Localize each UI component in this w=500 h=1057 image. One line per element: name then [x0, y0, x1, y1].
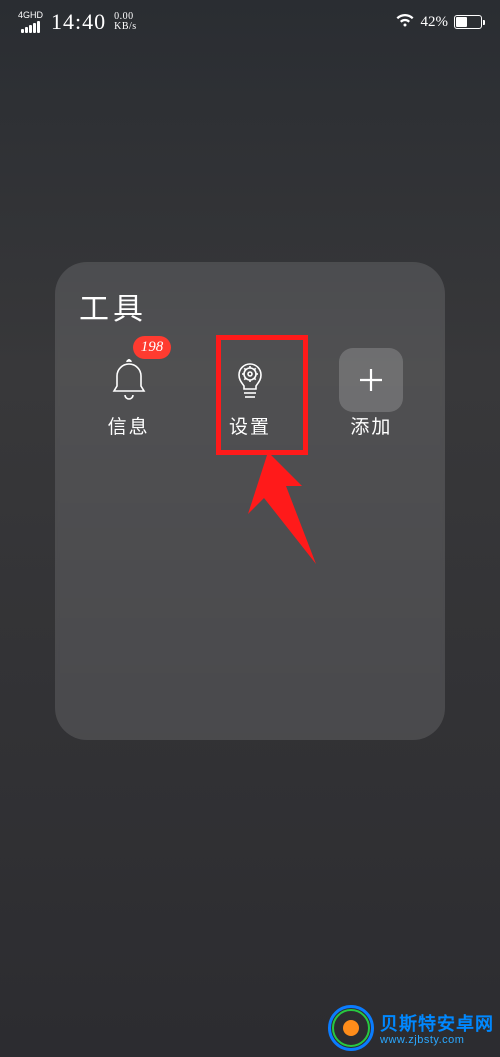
app-label: 添加 [350, 412, 392, 439]
status-right: 42% [395, 12, 483, 32]
badge-count: 198 [133, 336, 172, 359]
app-grid: 198 信息 [77, 348, 423, 439]
tools-folder-panel[interactable]: 工具 198 信息 [55, 262, 445, 740]
battery-text: 42% [421, 14, 449, 31]
gear-bulb-icon [218, 348, 282, 412]
folder-title: 工具 [79, 284, 423, 328]
status-bar: 4GHD 14:40 0.00 KB/s 42% [0, 0, 500, 40]
status-left: 4GHD 14:40 0.00 KB/s [18, 9, 137, 35]
net-speed: 0.00 KB/s [114, 12, 137, 32]
app-add[interactable]: 添加 [320, 348, 423, 439]
watermark-url: www.zjbsty.com [380, 1034, 494, 1046]
watermark-brand: 贝斯特安卓网 [380, 1014, 494, 1034]
plus-icon [339, 348, 403, 412]
wifi-icon [395, 12, 415, 32]
watermark: 贝斯特安卓网 www.zjbsty.com [328, 1005, 494, 1051]
battery-icon [454, 15, 482, 29]
signal-indicator: 4GHD [18, 11, 43, 33]
signal-bars-icon [21, 21, 40, 33]
app-messages[interactable]: 198 信息 [77, 348, 180, 439]
app-label: 设置 [229, 412, 271, 439]
watermark-logo-icon [328, 1005, 374, 1051]
app-settings[interactable]: 设置 [198, 348, 301, 439]
net-speed-unit: KB/s [114, 22, 137, 32]
app-label: 信息 [108, 412, 150, 439]
clock-time: 14:40 [51, 9, 106, 35]
network-label: 4GHD [18, 11, 43, 20]
